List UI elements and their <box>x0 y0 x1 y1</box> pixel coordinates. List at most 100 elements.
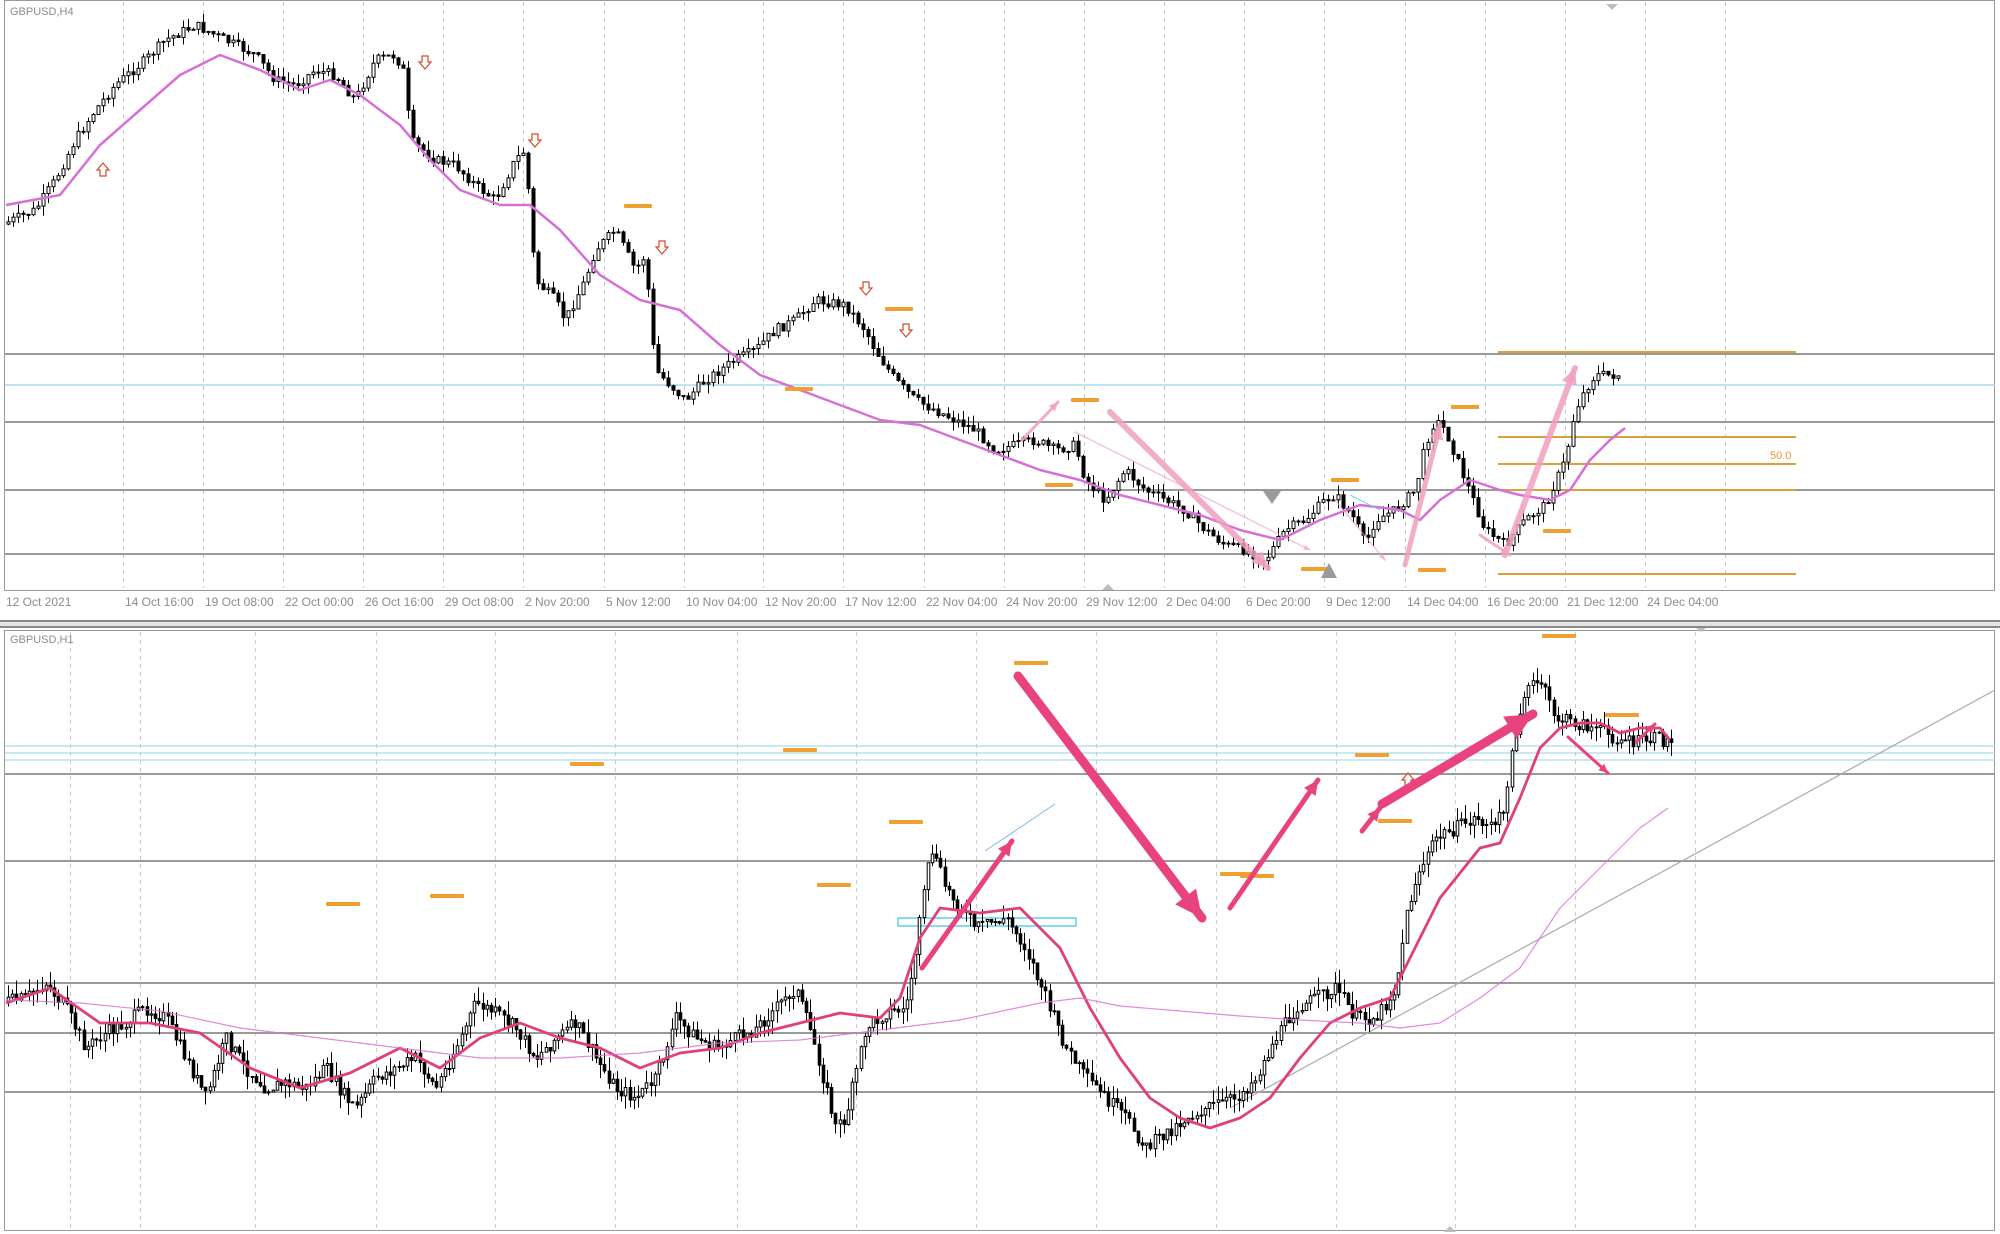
candle-body <box>187 1058 192 1061</box>
candle-body <box>1644 735 1649 742</box>
candle-body <box>311 71 316 76</box>
candle-body <box>761 340 766 345</box>
candle-body <box>203 1086 208 1092</box>
swing-marker <box>1378 819 1412 823</box>
candle-body <box>266 62 271 72</box>
candle-body <box>241 1052 246 1062</box>
candle-body <box>737 1029 742 1034</box>
candle-body <box>1501 537 1506 540</box>
candle-body <box>1526 685 1531 698</box>
candle-body <box>863 1035 868 1048</box>
candle-body <box>936 408 941 417</box>
candle-body <box>716 371 721 376</box>
candle-body <box>1157 1133 1162 1136</box>
candle-body <box>376 54 381 64</box>
candle-body <box>644 1082 649 1089</box>
swing-marker <box>1542 634 1576 638</box>
top-chart-canvas[interactable]: 50.0 12 Oct 2021 14 Oct 16:00 19 Oct 08:00 2… <box>0 0 2000 620</box>
candle-body <box>246 50 251 55</box>
candle-body <box>141 56 146 69</box>
candle-body <box>146 53 151 58</box>
candle-body <box>1308 995 1313 1004</box>
candle-body <box>1161 1133 1166 1141</box>
candle-body <box>930 853 935 864</box>
top-chart-pane[interactable]: 50.0 12 Oct 2021 14 Oct 16:00 19 Oct 08:00 2… <box>0 0 2000 620</box>
swing-marker <box>430 894 464 898</box>
candle-body <box>1291 520 1296 530</box>
candle-body <box>703 1040 708 1043</box>
swing-marker <box>1014 661 1048 665</box>
candle-body <box>671 385 676 391</box>
candle-body <box>411 109 416 139</box>
pane-splitter[interactable] <box>0 620 2000 628</box>
candle-body <box>1066 450 1071 453</box>
fractal-down-arrow-icon <box>417 55 433 70</box>
candle-body <box>321 70 326 74</box>
time-axis-label: 12 Nov 20:00 <box>765 595 837 609</box>
candle-body <box>1589 726 1594 732</box>
candle-body <box>231 39 236 44</box>
bottom-chart-canvas[interactable] <box>0 628 2000 1234</box>
candle-body <box>569 1019 574 1028</box>
time-axis-label: 14 Oct 16:00 <box>125 595 194 609</box>
candle-body <box>956 419 961 423</box>
candle-body <box>103 1033 108 1042</box>
candle-body <box>531 1052 536 1057</box>
candle-body <box>1153 1133 1158 1150</box>
candle-body <box>871 1017 876 1029</box>
candle-body <box>77 1028 82 1031</box>
candle-body <box>1566 445 1571 463</box>
candle-body <box>381 54 386 57</box>
candle-body <box>156 41 161 55</box>
candle-body <box>1531 680 1536 687</box>
candle-body <box>391 54 396 59</box>
candle-body <box>1541 502 1546 514</box>
candle-body <box>51 179 56 188</box>
candle-body <box>812 1029 817 1045</box>
candle-body <box>1043 986 1048 992</box>
candle-body <box>561 301 566 319</box>
candle-body <box>1441 420 1446 428</box>
candle-body <box>1447 829 1452 833</box>
candle-body <box>1426 441 1431 450</box>
candle-body <box>536 251 541 285</box>
candle-body <box>206 30 211 33</box>
candle-body <box>1312 993 1317 997</box>
candle-body <box>251 52 256 55</box>
time-axis-label: 26 Oct 16:00 <box>365 595 434 609</box>
candle-body <box>157 1018 162 1022</box>
candle-body <box>346 1087 351 1104</box>
candle-body <box>472 1000 477 1014</box>
candle-body <box>296 1081 301 1087</box>
candle-body <box>731 360 736 363</box>
candle-body <box>876 348 881 357</box>
candle-body <box>616 231 621 234</box>
candle-body <box>481 182 486 194</box>
candle-body <box>401 64 406 69</box>
candle-body <box>170 1015 175 1026</box>
candle-body <box>291 82 296 85</box>
candle-body <box>1018 933 1023 945</box>
candle-body <box>1031 437 1036 446</box>
candle-body <box>441 156 446 165</box>
candle-body <box>804 1000 809 1014</box>
candle-body <box>1375 1018 1380 1021</box>
candle-body <box>1295 1011 1300 1019</box>
candle-body <box>993 921 998 924</box>
candle-body <box>946 413 951 419</box>
swing-marker <box>1301 567 1329 571</box>
candle-body <box>221 33 226 36</box>
bottom-chart-pane[interactable]: GBPUSD,H1 <box>0 628 2000 1234</box>
candle-body <box>439 1076 444 1088</box>
candle-body <box>1081 1062 1086 1070</box>
candle-body <box>911 390 916 396</box>
candle-body <box>1031 958 1036 964</box>
candle-body <box>191 1059 196 1079</box>
fractal-up-arrow-icon <box>95 162 111 177</box>
candle-body <box>1224 1096 1229 1102</box>
candle-body <box>1481 516 1486 528</box>
candle-body <box>1536 512 1541 517</box>
candle-body <box>829 1087 834 1114</box>
swing-marker <box>1418 568 1446 572</box>
candle-body <box>766 332 771 342</box>
